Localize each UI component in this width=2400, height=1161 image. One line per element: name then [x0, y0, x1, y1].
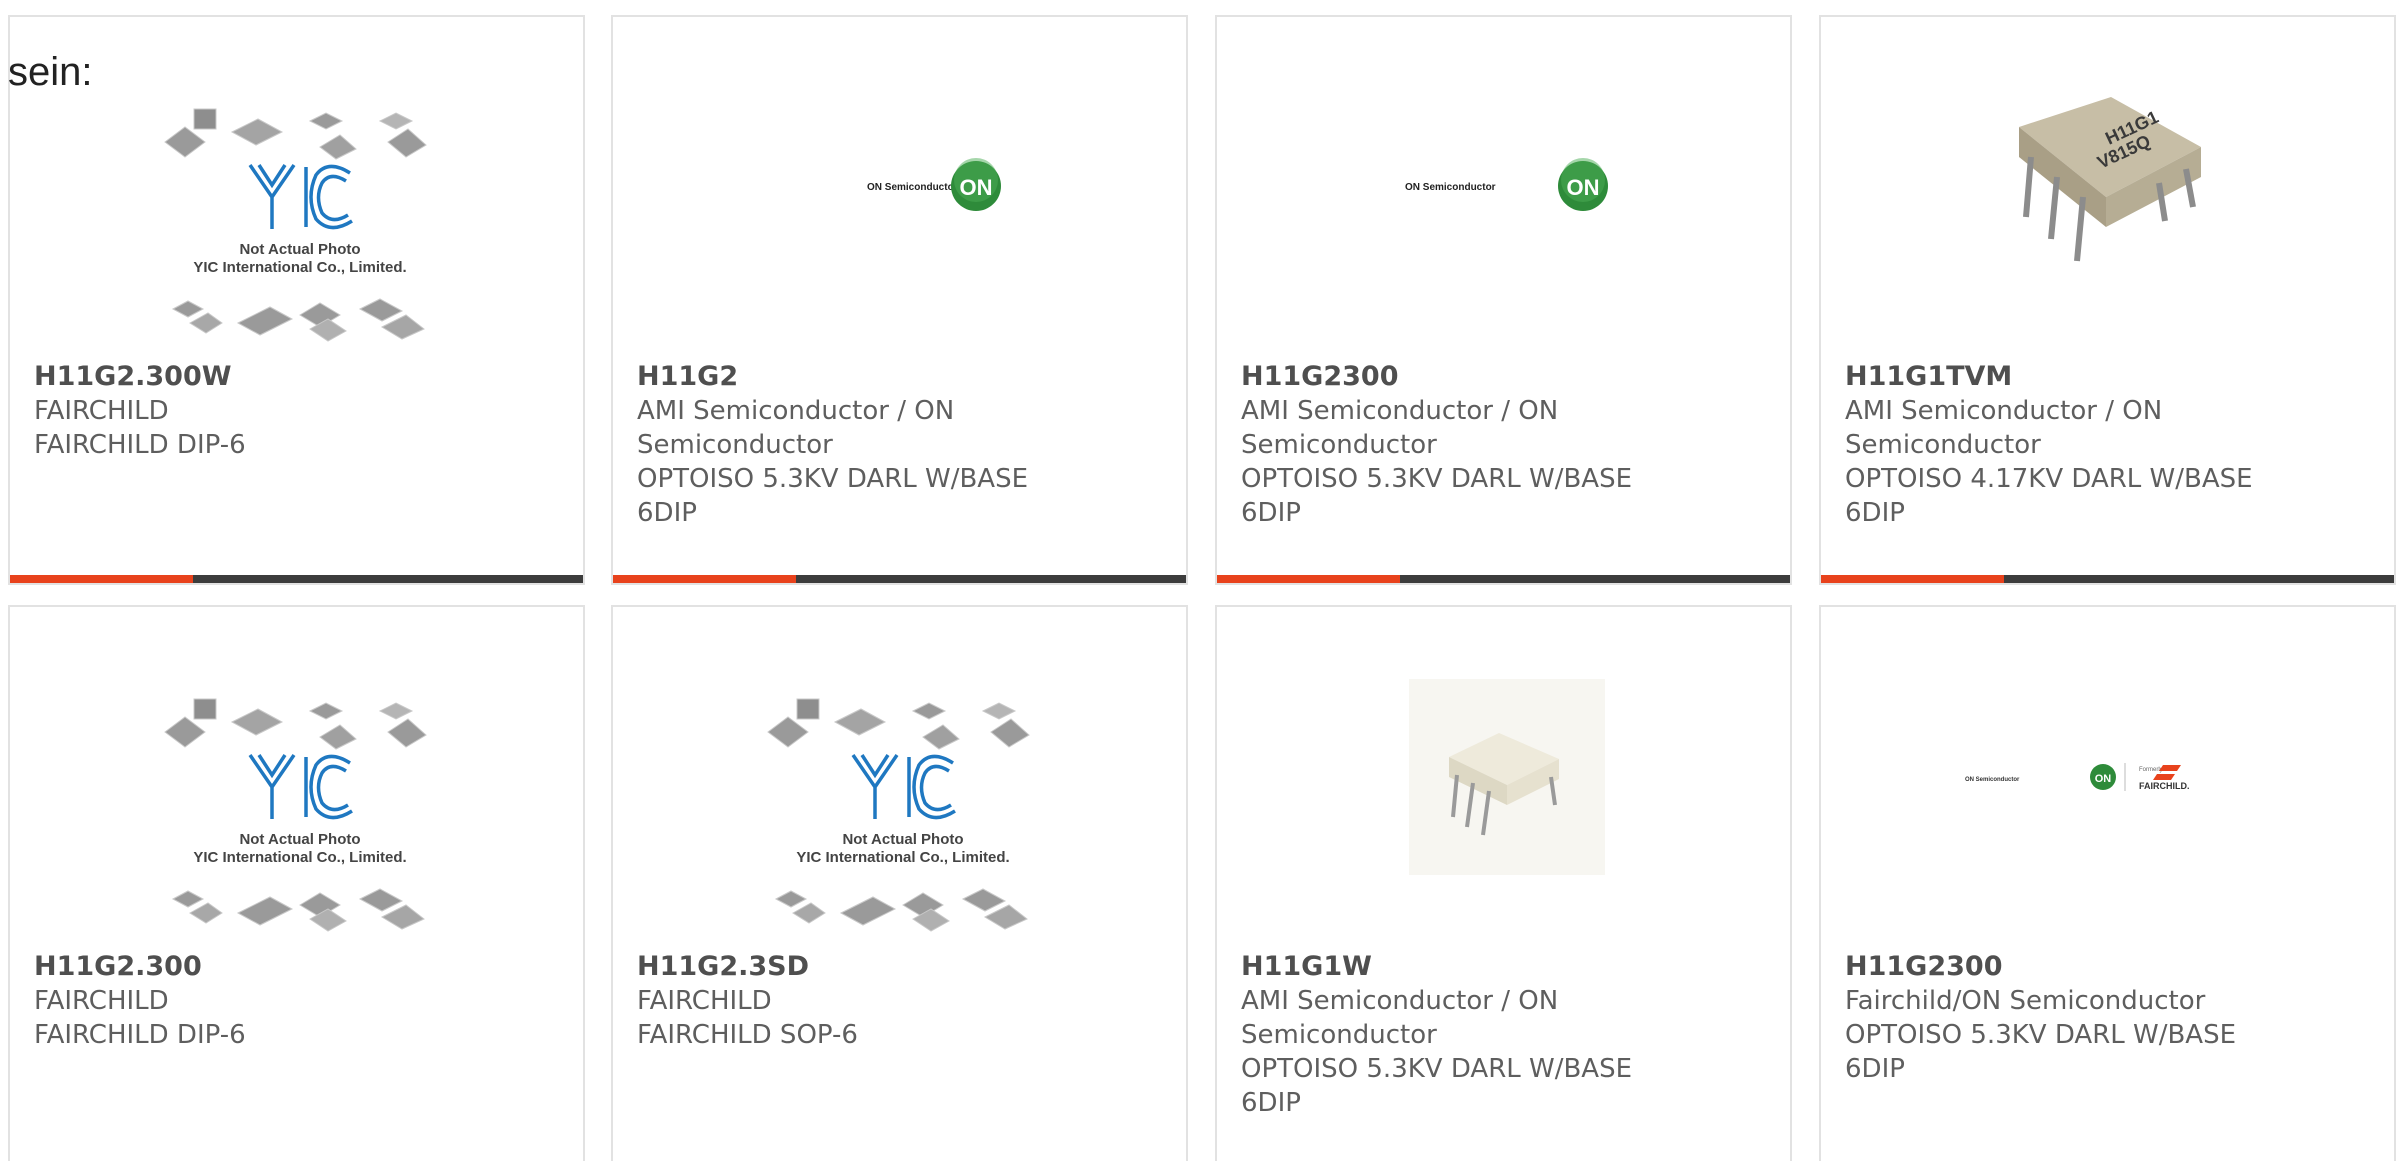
description: 6DIP — [1241, 1088, 1301, 1118]
description: 6DIP — [637, 498, 697, 528]
part-number-link[interactable]: H11G2.300 — [34, 950, 474, 984]
product-info: H11G2.3SD FAIRCHILD FAIRCHILD SOP-6 — [637, 950, 1077, 1052]
placeholder-line1: Not Actual Photo — [239, 831, 360, 848]
product-info: H11G2300 AMI Semiconductor / ON Semicond… — [1241, 360, 1681, 530]
description: 6DIP — [1845, 498, 1905, 528]
on-badge: ON — [2095, 773, 2112, 785]
product-info: H11G1W AMI Semiconductor / ON Semiconduc… — [1241, 950, 1681, 1120]
part-number-link[interactable]: H11G1W — [1241, 950, 1681, 984]
part-number-link[interactable]: H11G1TVM — [1845, 360, 2285, 394]
manufacturer: Semiconductor — [1241, 1020, 1437, 1050]
description: 6DIP — [1241, 498, 1301, 528]
intro-text: sein: — [8, 50, 93, 94]
on-badge: ON — [1567, 175, 1600, 200]
product-image-yic-placeholder[interactable]: Not Actual Photo YIC International Co., … — [613, 607, 1186, 951]
onsemi-logo-text: ON Semiconductor — [1965, 777, 2020, 783]
product-card[interactable]: H11G1 V815Q H11G1TVM AMI Semiconductor /… — [1819, 15, 2396, 585]
on-badge: ON — [960, 175, 993, 200]
manufacturer: AMI Semiconductor / ON — [637, 396, 955, 426]
placeholder-line2: YIC International Co., Limited. — [796, 849, 1009, 866]
card-accent-bar — [1217, 575, 1400, 583]
description: OPTOISO 5.3KV DARL W/BASE — [637, 464, 1029, 494]
product-image-white-dip6-chip-photo[interactable] — [1217, 607, 1790, 951]
description: FAIRCHILD DIP-6 — [34, 1020, 246, 1050]
manufacturer: Fairchild/ON Semiconductor — [1845, 986, 2206, 1016]
part-number-link[interactable]: H11G2 — [637, 360, 1077, 394]
product-info: H11G2.300 FAIRCHILD FAIRCHILD DIP-6 — [34, 950, 474, 1052]
product-image-on-fairchild-logo[interactable]: ON Semiconductor ON Formerly FAIRCHILD. — [1821, 607, 2394, 951]
manufacturer: AMI Semiconductor / ON — [1241, 396, 1559, 426]
product-image-yic-placeholder[interactable]: Not Actual Photo YIC International Co., … — [10, 17, 583, 361]
placeholder-line1: Not Actual Photo — [842, 831, 963, 848]
description: OPTOISO 5.3KV DARL W/BASE — [1241, 1054, 1633, 1084]
part-number-link[interactable]: H11G2300 — [1845, 950, 2285, 984]
product-card[interactable]: Not Actual Photo YIC International Co., … — [8, 605, 585, 1161]
product-info: H11G2.300W FAIRCHILD FAIRCHILD DIP-6 — [34, 360, 474, 462]
description: OPTOISO 5.3KV DARL W/BASE — [1241, 464, 1633, 494]
product-card[interactable]: ON Semiconductor ON Formerly FAIRCHILD. … — [1819, 605, 2396, 1161]
card-accent-bar — [613, 575, 796, 583]
product-card[interactable]: H11G1W AMI Semiconductor / ON Semiconduc… — [1215, 605, 1792, 1161]
fairchild-brand: FAIRCHILD. — [2139, 781, 2190, 791]
part-number-link[interactable]: H11G2.300W — [34, 360, 474, 394]
product-info: H11G1TVM AMI Semiconductor / ON Semicond… — [1845, 360, 2285, 530]
card-progress-bar — [1821, 575, 2394, 583]
card-accent-bar — [1821, 575, 2004, 583]
product-card[interactable]: Not Actual Photo YIC International Co., … — [8, 15, 585, 585]
part-number-link[interactable]: H11G2.3SD — [637, 950, 1077, 984]
description: 6DIP — [1845, 1054, 1905, 1084]
card-progress-bar — [1217, 575, 1790, 583]
part-number-link[interactable]: H11G2300 — [1241, 360, 1681, 394]
manufacturer: Semiconductor — [1845, 430, 2041, 460]
manufacturer: Semiconductor — [637, 430, 833, 460]
manufacturer: AMI Semiconductor / ON — [1241, 986, 1559, 1016]
product-card[interactable]: Not Actual Photo YIC International Co., … — [611, 605, 1188, 1161]
placeholder-line2: YIC International Co., Limited. — [193, 849, 406, 866]
card-progress-bar — [613, 575, 1186, 583]
on-semi-logo-text: ON Semiconductor — [1405, 182, 1496, 193]
manufacturer: FAIRCHILD — [34, 396, 169, 426]
description: OPTOISO 5.3KV DARL W/BASE — [1845, 1020, 2237, 1050]
card-progress-bar — [10, 575, 583, 583]
manufacturer: AMI Semiconductor / ON — [1845, 396, 2163, 426]
manufacturer: FAIRCHILD — [637, 986, 772, 1016]
product-image-on-semiconductor-logo[interactable]: ON Semiconductor ON — [613, 17, 1186, 361]
on-semi-logo-text: ON Semiconductor — [867, 182, 958, 193]
product-grid-page: sein: Not Actual Photo YIC International… — [0, 0, 2400, 1161]
product-image-dip6-chip-photo[interactable]: H11G1 V815Q — [1821, 17, 2394, 361]
placeholder-line1: Not Actual Photo — [239, 241, 360, 258]
description: FAIRCHILD SOP-6 — [637, 1020, 858, 1050]
product-card[interactable]: ON Semiconductor ON H11G2300 AMI Semicon… — [1215, 15, 1792, 585]
product-card[interactable]: ON Semiconductor ON H11G2 AMI Semiconduc… — [611, 15, 1188, 585]
manufacturer: FAIRCHILD — [34, 986, 169, 1016]
product-image-on-semiconductor-logo[interactable]: ON Semiconductor ON — [1217, 17, 1790, 361]
product-image-yic-placeholder[interactable]: Not Actual Photo YIC International Co., … — [10, 607, 583, 951]
description: OPTOISO 4.17KV DARL W/BASE — [1845, 464, 2253, 494]
formerly-text: Formerly — [2139, 767, 2163, 773]
card-accent-bar — [10, 575, 193, 583]
manufacturer: Semiconductor — [1241, 430, 1437, 460]
product-info: H11G2 AMI Semiconductor / ON Semiconduct… — [637, 360, 1077, 530]
product-info: H11G2300 Fairchild/ON Semiconductor OPTO… — [1845, 950, 2285, 1086]
description: FAIRCHILD DIP-6 — [34, 430, 246, 460]
placeholder-line2: YIC International Co., Limited. — [193, 259, 406, 276]
